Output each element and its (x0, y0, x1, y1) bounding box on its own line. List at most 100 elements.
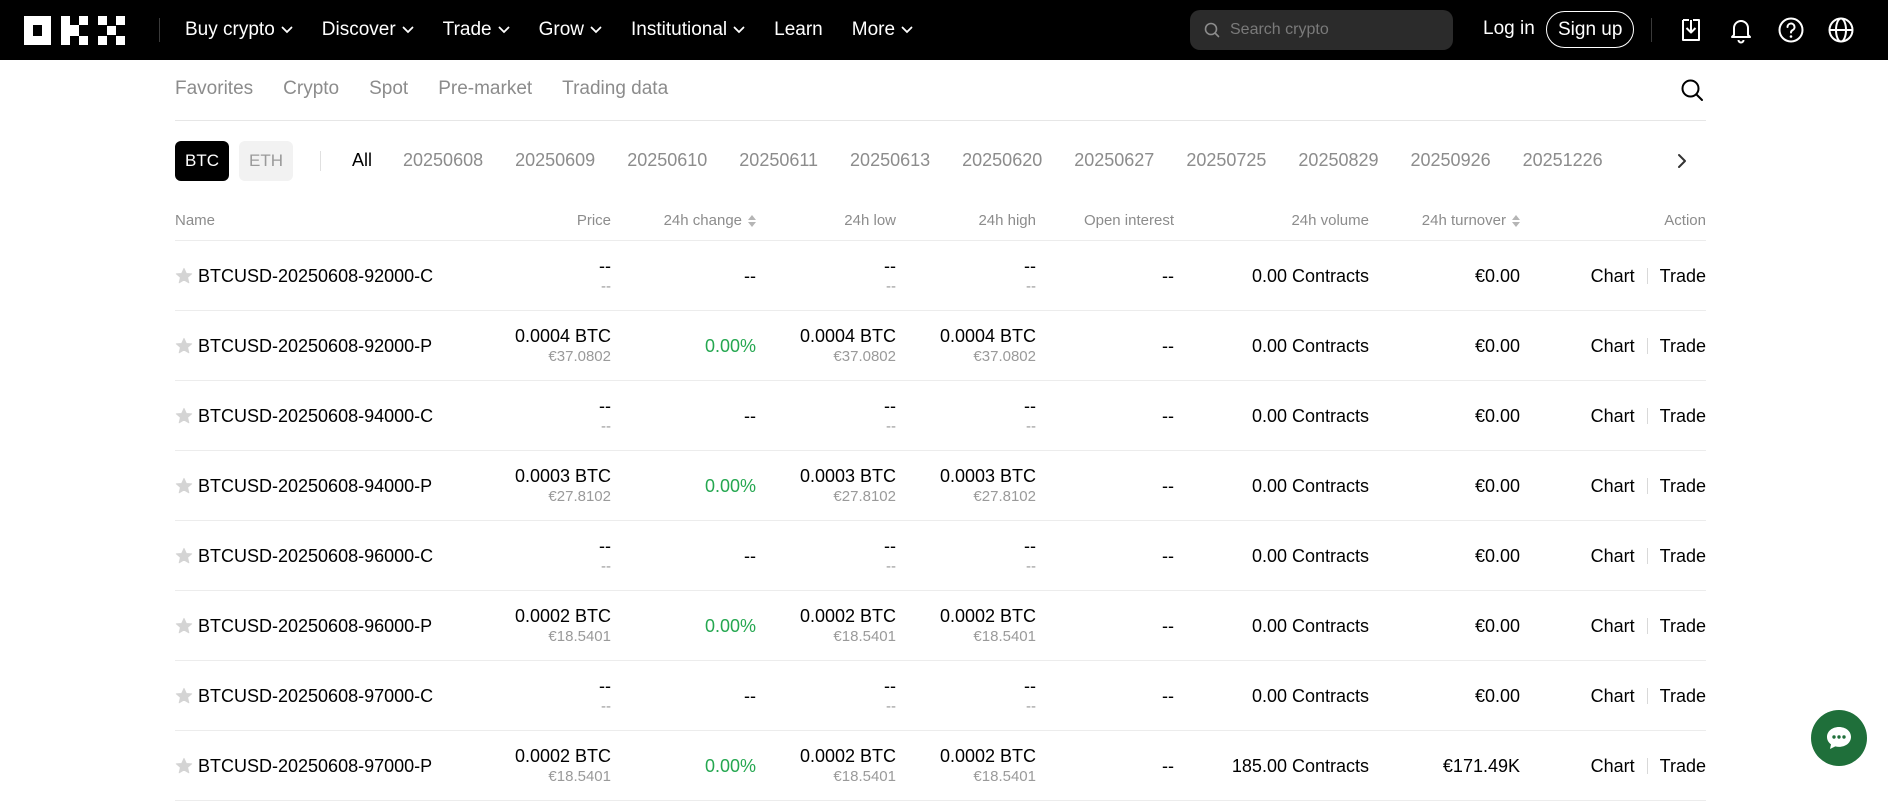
date-filter-20250609[interactable]: 20250609 (515, 150, 595, 171)
instrument-name[interactable]: BTCUSD-20250608-97000-C (198, 686, 433, 707)
date-filter-20250725[interactable]: 20250725 (1186, 150, 1266, 171)
date-filter-20250611[interactable]: 20250611 (739, 150, 818, 171)
change-value: -- (744, 266, 756, 286)
instrument-name[interactable]: BTCUSD-20250608-96000-C (198, 546, 433, 567)
open-interest-cell: -- (1060, 731, 1174, 801)
instrument-name[interactable]: BTCUSD-20250608-92000-C (198, 266, 433, 287)
date-filter-all[interactable]: All (352, 150, 372, 171)
globe-icon[interactable] (1827, 16, 1855, 44)
date-filter-20250608[interactable]: 20250608 (403, 150, 483, 171)
date-filter-20250926[interactable]: 20250926 (1411, 150, 1491, 171)
table-row[interactable]: BTCUSD-20250608-97000-C -- -- -- -- -- -- -- -- 0… (175, 661, 1706, 731)
trade-link[interactable]: Trade (1660, 686, 1706, 707)
row-actions: Chart Trade (1591, 731, 1706, 801)
coin-filter-eth[interactable]: ETH (239, 141, 293, 181)
instrument-name-cell: BTCUSD-20250608-97000-P (175, 731, 432, 801)
download-icon[interactable] (1677, 16, 1705, 44)
trade-link[interactable]: Trade (1660, 266, 1706, 287)
low-fiat-value: €18.5401 (833, 768, 896, 785)
star-icon[interactable] (175, 757, 193, 775)
instrument-name[interactable]: BTCUSD-20250608-94000-C (198, 406, 433, 427)
table-row[interactable]: BTCUSD-20250608-94000-C -- -- -- -- -- -- -- -- 0… (175, 381, 1706, 451)
chart-link[interactable]: Chart (1591, 476, 1635, 497)
low-value: -- (884, 676, 896, 696)
nav-item-more[interactable]: More (852, 19, 913, 41)
nav-item-buy-crypto[interactable]: Buy crypto (185, 19, 293, 41)
column-header-24h-turnover[interactable]: 24h turnover (1390, 212, 1520, 229)
instrument-name-cell: BTCUSD-20250608-94000-C (175, 381, 433, 451)
high-fiat-value: -- (1026, 698, 1036, 715)
table-row[interactable]: BTCUSD-20250608-92000-P 0.0004 BTC €37.080… (175, 311, 1706, 381)
turnover-value: €0.00 (1474, 406, 1520, 426)
chevron-right-icon[interactable] (1675, 152, 1689, 170)
trade-link[interactable]: Trade (1660, 616, 1706, 637)
search-icon[interactable] (1680, 78, 1704, 102)
open-interest-value: -- (1162, 546, 1174, 566)
chart-link[interactable]: Chart (1591, 616, 1635, 637)
nav-item-grow[interactable]: Grow (539, 19, 602, 41)
star-icon[interactable] (175, 407, 193, 425)
instrument-name[interactable]: BTCUSD-20250608-97000-P (198, 756, 432, 777)
coin-filter-btc[interactable]: BTC (175, 141, 229, 181)
signup-button[interactable]: Sign up (1546, 11, 1635, 48)
trade-link[interactable]: Trade (1660, 336, 1706, 357)
column-header-24h-change[interactable]: 24h change (630, 212, 756, 229)
search-box[interactable] (1190, 10, 1453, 50)
nav-item-label: More (851, 19, 896, 40)
bell-icon[interactable] (1727, 16, 1755, 44)
okx-logo[interactable] (24, 16, 126, 45)
instrument-name[interactable]: BTCUSD-20250608-94000-P (198, 476, 432, 497)
column-header-24h-volume: 24h volume (1291, 212, 1369, 229)
star-icon[interactable] (175, 477, 193, 495)
login-link[interactable]: Log in (1483, 18, 1535, 40)
nav-item-learn[interactable]: Learn (774, 19, 823, 41)
volume-cell: 0.00 Contracts (1200, 311, 1369, 381)
chart-link[interactable]: Chart (1591, 686, 1635, 707)
star-icon[interactable] (175, 617, 193, 635)
chart-link[interactable]: Chart (1591, 406, 1635, 427)
chart-link[interactable]: Chart (1591, 756, 1635, 777)
nav-item-institutional[interactable]: Institutional (631, 19, 745, 41)
sort-icon[interactable] (748, 214, 756, 227)
date-filter-20250829[interactable]: 20250829 (1298, 150, 1378, 171)
tab-pre-market[interactable]: Pre-market (438, 78, 532, 100)
trade-link[interactable]: Trade (1660, 546, 1706, 567)
instrument-name[interactable]: BTCUSD-20250608-92000-P (198, 336, 432, 357)
column-header-label: 24h turnover (1421, 212, 1506, 229)
turnover-value: €0.00 (1474, 336, 1520, 356)
tab-trading-data[interactable]: Trading data (562, 78, 668, 100)
chart-link[interactable]: Chart (1591, 266, 1635, 287)
star-icon[interactable] (175, 687, 193, 705)
table-row[interactable]: BTCUSD-20250608-96000-P 0.0002 BTC €18.540… (175, 591, 1706, 661)
table-row[interactable]: BTCUSD-20250608-97000-P 0.0002 BTC €18.540… (175, 731, 1706, 801)
instrument-name[interactable]: BTCUSD-20250608-96000-P (198, 616, 432, 637)
date-filter-20250610[interactable]: 20250610 (627, 150, 707, 171)
search-input[interactable] (1230, 21, 1440, 39)
change-value: -- (744, 546, 756, 566)
high-fiat-value: €18.5401 (973, 768, 1036, 785)
chart-link[interactable]: Chart (1591, 546, 1635, 567)
trade-link[interactable]: Trade (1660, 406, 1706, 427)
table-row[interactable]: BTCUSD-20250608-92000-C -- -- -- -- -- -- -- -- 0… (175, 241, 1706, 311)
star-icon[interactable] (175, 267, 193, 285)
star-icon[interactable] (175, 547, 193, 565)
trade-link[interactable]: Trade (1660, 476, 1706, 497)
table-row[interactable]: BTCUSD-20250608-94000-P 0.0003 BTC €27.810… (175, 451, 1706, 521)
date-filter-20251226[interactable]: 20251226 (1523, 150, 1603, 171)
trade-link[interactable]: Trade (1660, 756, 1706, 777)
tab-crypto[interactable]: Crypto (283, 78, 339, 100)
tab-favorites[interactable]: Favorites (175, 78, 253, 100)
sort-icon[interactable] (1512, 214, 1520, 227)
instrument-name-cell: BTCUSD-20250608-97000-C (175, 661, 433, 731)
star-icon[interactable] (175, 337, 193, 355)
nav-item-trade[interactable]: Trade (443, 19, 510, 41)
chart-link[interactable]: Chart (1591, 336, 1635, 357)
chat-button[interactable] (1811, 710, 1867, 766)
date-filter-20250620[interactable]: 20250620 (962, 150, 1042, 171)
tab-spot[interactable]: Spot (369, 78, 408, 100)
date-filter-20250613[interactable]: 20250613 (850, 150, 930, 171)
help-icon[interactable] (1777, 16, 1805, 44)
nav-item-discover[interactable]: Discover (322, 19, 414, 41)
table-row[interactable]: BTCUSD-20250608-96000-C -- -- -- -- -- -- -- -- 0… (175, 521, 1706, 591)
date-filter-20250627[interactable]: 20250627 (1074, 150, 1154, 171)
